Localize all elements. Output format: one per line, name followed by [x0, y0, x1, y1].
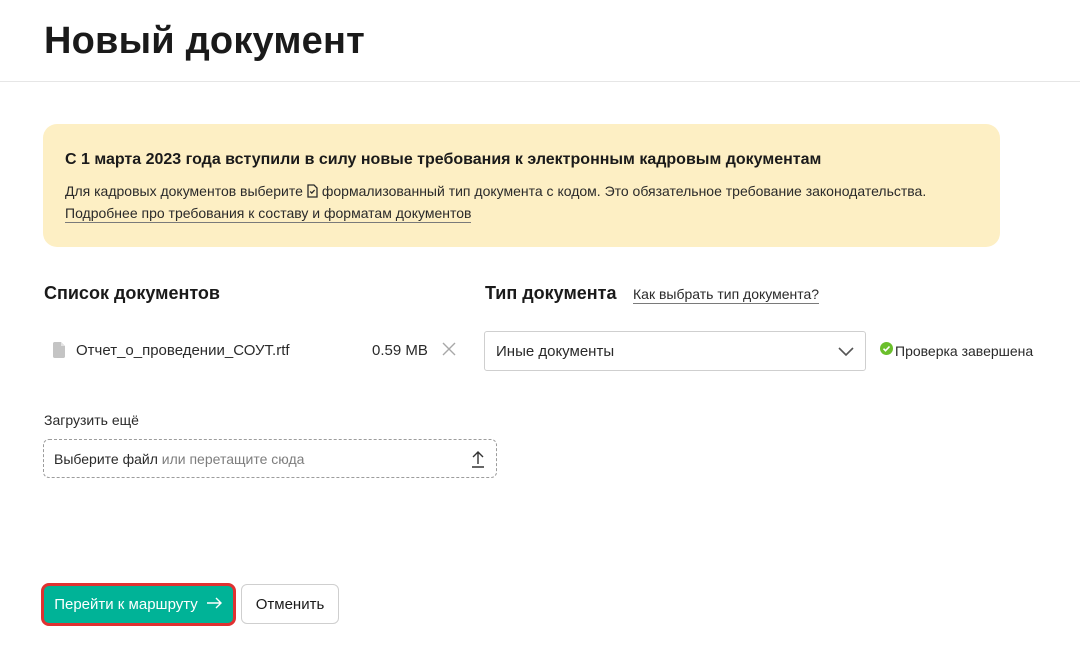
go-to-route-label: Перейти к маршруту	[54, 596, 198, 613]
close-icon[interactable]	[442, 342, 456, 361]
check-status: Проверка завершена	[880, 342, 1034, 360]
notice-text-before: Для кадровых документов выберите	[65, 183, 303, 199]
requirements-notice: С 1 марта 2023 года вступили в силу новы…	[43, 124, 1000, 247]
upload-more-label: Загрузить ещё	[44, 412, 139, 428]
go-to-route-button[interactable]: Перейти к маршруту	[41, 583, 236, 626]
file-icon	[53, 342, 65, 363]
file-upload-dropzone[interactable]: Выберите файл или перетащите сюда	[43, 439, 497, 478]
doc-type-selected-value: Иные документы	[496, 343, 615, 360]
arrow-right-icon	[206, 596, 223, 614]
check-status-text: Проверка завершена	[895, 343, 1034, 359]
cancel-button[interactable]: Отменить	[241, 584, 339, 624]
notice-text-after: формализованный тип документа с кодом. Э…	[321, 183, 927, 199]
upload-icon	[471, 450, 485, 473]
upload-text: Выберите файл или перетащите сюда	[54, 451, 304, 467]
file-name: Отчет_о_проведении_СОУТ.rtf	[76, 342, 290, 359]
doc-type-help-link[interactable]: Как выбрать тип документа?	[633, 286, 820, 304]
page-title: Новый документ	[44, 20, 365, 62]
chevron-down-icon	[837, 344, 855, 363]
file-size: 0.59 MB	[372, 342, 428, 359]
documents-section-title: Список документов	[44, 283, 220, 303]
cancel-label: Отменить	[255, 595, 325, 613]
new-document-page: Новый документ С 1 марта 2023 года вступ…	[0, 0, 1080, 661]
document-code-icon	[307, 184, 318, 201]
requirements-link[interactable]: Подробнее про требования к составу и фор…	[65, 205, 472, 223]
file-row: Отчет_о_проведении_СОУТ.rtf 0.59 MB	[44, 331, 464, 371]
notice-text: Для кадровых документов выберите формализ…	[65, 183, 926, 201]
check-circle-icon	[880, 342, 893, 360]
header-divider	[0, 81, 1080, 82]
upload-drag-text: или перетащите сюда	[161, 451, 305, 467]
doc-type-select[interactable]: Иные документы	[484, 331, 866, 371]
upload-choose-text: Выберите файл	[54, 451, 158, 467]
notice-title: С 1 марта 2023 года вступили в силу новы…	[65, 151, 822, 168]
doc-type-section-title: Тип документа	[485, 283, 617, 303]
